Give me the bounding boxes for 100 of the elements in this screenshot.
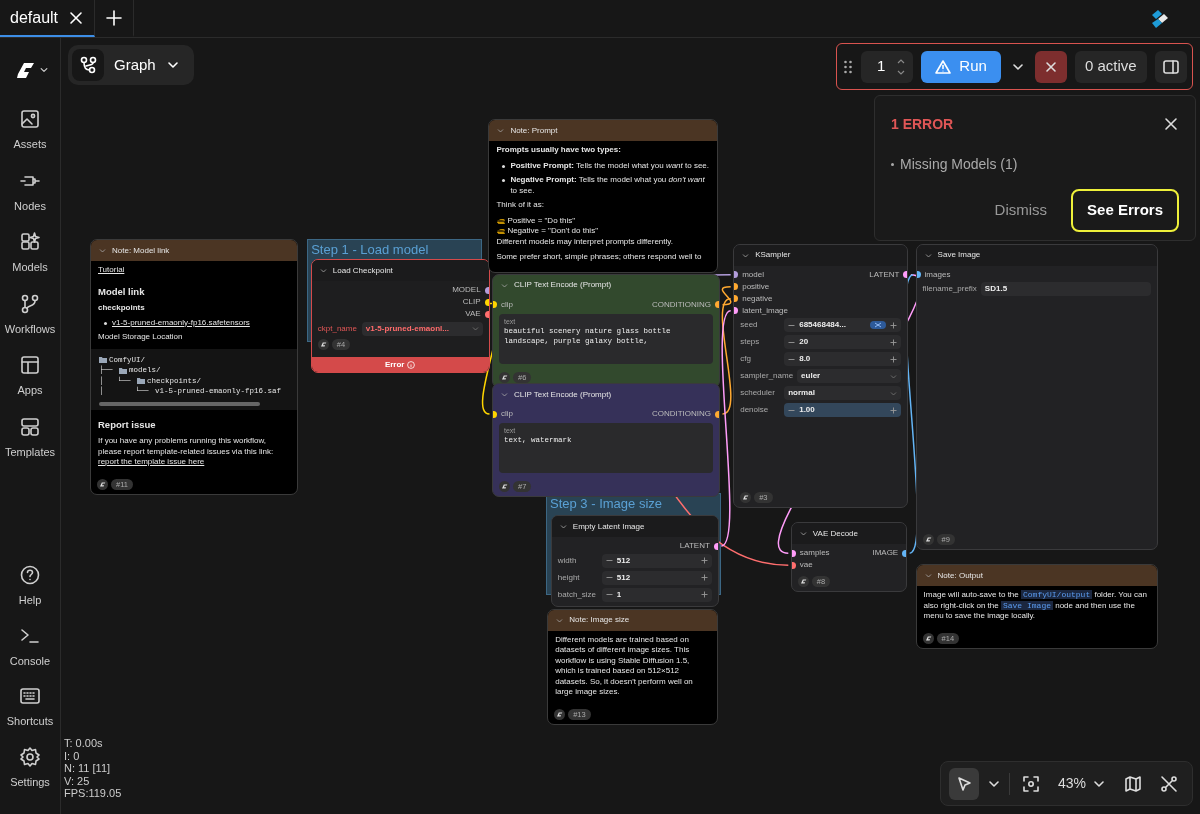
link[interactable]: Tutorial (98, 265, 125, 276)
node-title: CLIP Text Encode (Prompt) (514, 388, 612, 401)
slot-label: negative (742, 292, 773, 305)
number-field[interactable]: 1 (601, 587, 712, 602)
sidebar-item[interactable]: Apps (17, 354, 43, 399)
link[interactable]: v1-5-pruned-emaonly-fp16.safetensors (112, 317, 250, 328)
tool-button[interactable] (949, 767, 980, 800)
number-field[interactable]: 512 (601, 553, 712, 568)
stat-text: FPS:119.05 (64, 787, 122, 800)
note-card[interactable] (90, 239, 298, 495)
sidebar-item[interactable]: Console (9, 624, 51, 669)
slot-label: CLIP (462, 296, 481, 309)
slot-label: model (742, 268, 764, 281)
plus-icon (700, 557, 708, 564)
minus-icon (605, 574, 613, 581)
zoom-menu-button[interactable]: 43% (1051, 767, 1112, 800)
list-item: Negative Prompt: Tells the model what you don't want to see. (510, 175, 706, 196)
chevron-icon (890, 389, 898, 397)
slot-label: CONDITIONING (651, 298, 711, 311)
error-title: 1 ERROR (891, 114, 954, 134)
sidebar-item[interactable]: Templates (4, 415, 56, 460)
node-title: VAE Decode (812, 527, 858, 540)
input-dot[interactable] (791, 549, 796, 557)
number-field[interactable]: 8.0 (784, 352, 902, 367)
sidebar-item[interactable]: Shortcuts (6, 685, 54, 730)
dropdown[interactable]: normal (784, 386, 902, 401)
slot-label: samples (799, 547, 830, 560)
heading: Model link (98, 286, 146, 297)
layout-icon (19, 354, 41, 376)
number-field[interactable]: 685468484... (784, 318, 902, 333)
sidebar-item[interactable]: Assets (13, 108, 47, 153)
chevron-icon (497, 127, 505, 134)
widget-label: scheduler (740, 387, 776, 400)
widget-label: denoise (740, 404, 770, 417)
plus-icon (890, 321, 898, 329)
chevron-icon (924, 251, 932, 259)
link[interactable]: report the template issue here (98, 457, 205, 466)
input-dot[interactable] (791, 561, 796, 569)
output-dot[interactable] (713, 542, 718, 550)
close-icon[interactable] (68, 9, 85, 26)
output-dot[interactable] (903, 271, 908, 279)
chevron-icon (890, 372, 898, 380)
slot-label: positive (742, 280, 770, 293)
widget-label: height (557, 571, 581, 584)
queue-count-field[interactable]: 1 (861, 50, 914, 83)
chevron-icon (742, 251, 750, 259)
dropdown[interactable]: v1-5-pruned-emaonl... (361, 321, 483, 336)
stat-text: V: 25 (64, 774, 91, 787)
widget-label: ckpt_name (317, 322, 358, 335)
chevron-icon (501, 281, 508, 289)
number-field[interactable]: 512 (601, 570, 712, 585)
panel-button[interactable]: Dismiss (978, 189, 1064, 232)
text-field[interactable]: SD1.5 (980, 282, 1151, 297)
output-dot[interactable] (902, 549, 907, 557)
output-dot[interactable] (484, 298, 489, 306)
node-title: Note: Prompt (510, 124, 558, 137)
panel-button[interactable]: See Errors (1071, 189, 1179, 232)
note-card[interactable] (488, 119, 718, 273)
subheading: checkpoints (98, 303, 146, 314)
map-icon (1124, 774, 1142, 793)
node-card[interactable]: Empty Latent Image LATENT width 512 height 512 batch_size 1 (550, 515, 719, 608)
slot-label: IMAGE (872, 547, 899, 560)
cancel-button[interactable] (1034, 50, 1067, 83)
sidebar-item[interactable]: Help (18, 564, 42, 609)
branch-icon (19, 292, 41, 315)
sidebar-item[interactable]: Workflows (4, 292, 56, 337)
active-queue-button[interactable]: 0 active (1074, 50, 1147, 83)
cubes-icon (19, 231, 41, 253)
link-off-icon (1160, 774, 1178, 793)
logo-icon (922, 632, 934, 644)
output-dot[interactable] (484, 286, 489, 294)
sidebar-item[interactable]: Settings (10, 745, 50, 790)
widget-label: sampler_name (740, 370, 794, 383)
panel-toggle-button[interactable] (1154, 50, 1187, 83)
dropdown[interactable]: euler (797, 369, 902, 384)
number-field[interactable]: 1.00 (784, 403, 902, 418)
input-dot[interactable] (734, 295, 739, 303)
input-dot[interactable] (734, 271, 739, 279)
output-dot[interactable] (484, 310, 489, 318)
number-field[interactable]: 20 (784, 335, 902, 350)
drag-handle-icon[interactable] (843, 58, 853, 75)
list-item: Positive = "Do this" (507, 215, 576, 226)
heading: Report issue (98, 419, 157, 430)
node-title: Save Image (937, 249, 981, 262)
logo-icon (499, 481, 510, 492)
chevron-icon (924, 572, 932, 580)
slot-label: clip (501, 298, 513, 311)
sidebar-item[interactable]: Models (12, 231, 48, 276)
view-switcher[interactable]: Graph (68, 45, 194, 85)
chevron-icon (799, 530, 807, 538)
input-dot[interactable] (734, 283, 739, 291)
widget-label: batch_size (557, 588, 598, 601)
input-dot[interactable] (734, 307, 739, 315)
error-item: Missing Models (1) (900, 155, 1018, 174)
scrollbar[interactable] (99, 401, 261, 406)
input-dot[interactable] (916, 271, 921, 279)
widget-label: steps (740, 336, 761, 349)
slot-label: clip (501, 408, 513, 420)
note-card[interactable] (547, 608, 718, 725)
sidebar-item[interactable]: Nodes (14, 169, 46, 214)
